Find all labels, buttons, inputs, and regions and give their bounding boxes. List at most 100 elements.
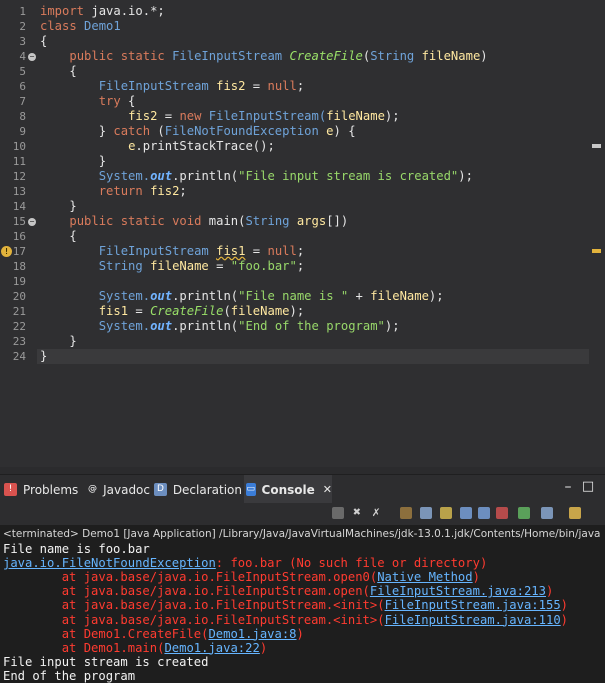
code-token: } bbox=[40, 124, 114, 138]
code-line[interactable]: e.printStackTrace(); bbox=[40, 139, 275, 154]
code-token: ); bbox=[289, 304, 305, 318]
code-line[interactable]: } bbox=[37, 349, 589, 364]
tab-declaration[interactable]: D Declaration bbox=[152, 475, 242, 504]
display-selected-console-icon[interactable] bbox=[518, 507, 530, 519]
ruler-warning-marker[interactable] bbox=[592, 249, 601, 253]
code-line[interactable]: import java.io.*; bbox=[40, 4, 165, 19]
code-line[interactable]: System.out.println("File input stream is… bbox=[40, 169, 473, 184]
console-line: at java.base/java.io.FileInputStream.ope… bbox=[3, 570, 480, 584]
code-token: { bbox=[40, 64, 77, 78]
console-line: End of the program bbox=[3, 669, 135, 683]
code-token: .println( bbox=[172, 319, 239, 333]
code-line[interactable]: } bbox=[40, 154, 106, 169]
remove-launch-icon[interactable]: ✖ bbox=[351, 506, 363, 519]
word-wrap-icon[interactable] bbox=[440, 507, 452, 519]
new-console-view-icon[interactable] bbox=[569, 507, 581, 519]
code-editor[interactable]: 1 2 3 4 5 6 7 8 9 10 11 12 13 14 15 16 17 18 19 20 21 22 23 24−… bbox=[0, 0, 605, 467]
code-token: public static void bbox=[69, 214, 202, 228]
line-number-gutter[interactable]: 1 2 3 4 5 6 7 8 9 10 11 12 13 14 15 16 17 18 19 20 21 22 23 24−… bbox=[0, 0, 37, 467]
pin-console-icon[interactable] bbox=[496, 507, 508, 519]
clear-console-icon[interactable] bbox=[400, 507, 412, 519]
stacktrace-link[interactable]: FileInputStream.java:155 bbox=[385, 598, 561, 612]
code-line[interactable]: System.out.println("File name is " + fil… bbox=[40, 289, 444, 304]
code-token: } bbox=[40, 199, 77, 213]
code-token: class bbox=[40, 19, 77, 33]
stacktrace-link[interactable]: FileInputStream.java:213 bbox=[370, 584, 546, 598]
code-token: FileInputStream bbox=[98, 79, 209, 93]
code-token: } bbox=[40, 334, 77, 348]
stacktrace-link[interactable]: java.io.FileNotFoundException bbox=[3, 556, 216, 570]
console-line: File name is foo.bar bbox=[3, 542, 150, 556]
code-line[interactable]: fis2 = new FileInputStream(fileName); bbox=[40, 109, 400, 124]
close-icon[interactable]: ✕ bbox=[323, 483, 332, 496]
code-token: ; bbox=[296, 79, 305, 93]
code-token: System. bbox=[98, 289, 151, 303]
code-line[interactable]: } bbox=[40, 199, 77, 214]
console-text: File input stream is created bbox=[3, 654, 209, 669]
stacktrace-link[interactable]: FileInputStream.java:110 bbox=[385, 613, 561, 627]
show-on-output-icon[interactable] bbox=[460, 507, 472, 519]
line-number: 9 bbox=[19, 125, 26, 138]
code-line[interactable]: return fis2; bbox=[40, 184, 187, 199]
console-text: at java.base/java.io.FileInputStream.ope… bbox=[3, 584, 370, 599]
code-token: ); bbox=[384, 319, 400, 333]
warning-lightbulb-icon[interactable]: ! bbox=[1, 246, 12, 257]
code-line[interactable]: String fileName = "foo.bar"; bbox=[40, 259, 304, 274]
ruler-marker[interactable] bbox=[592, 144, 601, 148]
code-line[interactable]: { bbox=[40, 64, 77, 79]
line-number: 23 bbox=[12, 335, 26, 348]
tab-label: Javadoc bbox=[103, 482, 150, 497]
remove-all-terminated-icon[interactable]: ✗ bbox=[370, 506, 382, 519]
console-text: ) bbox=[560, 598, 569, 613]
scroll-lock-icon[interactable] bbox=[420, 507, 432, 519]
code-line[interactable]: FileInputStream fis1 = null; bbox=[40, 244, 304, 259]
code-line[interactable]: } bbox=[40, 334, 77, 349]
code-line[interactable]: try { bbox=[40, 94, 136, 109]
code-token: out bbox=[150, 169, 173, 183]
fold-collapse-icon[interactable]: − bbox=[28, 53, 36, 61]
code-line[interactable]: FileInputStream fis2 = null; bbox=[40, 79, 304, 94]
line-number: 5 bbox=[19, 65, 26, 78]
fold-collapse-icon[interactable]: − bbox=[28, 218, 36, 226]
stacktrace-link[interactable]: Native Method bbox=[377, 570, 472, 584]
code-line[interactable]: public static void main(String args[]) bbox=[40, 214, 348, 229]
terminate-icon[interactable] bbox=[332, 507, 344, 519]
maximize-view-button[interactable]: □ bbox=[579, 478, 597, 496]
code-token: FileInputStream bbox=[164, 49, 290, 63]
code-line[interactable]: } catch (FileNotFoundException e) { bbox=[40, 124, 356, 139]
code-token: ; bbox=[296, 259, 305, 273]
code-line[interactable]: { bbox=[40, 34, 47, 49]
code-line[interactable]: fis1 = CreateFile(fileName); bbox=[40, 304, 304, 319]
line-number: 21 bbox=[12, 305, 26, 318]
code-token: String bbox=[245, 214, 290, 228]
code-line[interactable]: System.out.println("End of the program")… bbox=[40, 319, 400, 334]
code-token: CreateFile bbox=[289, 49, 363, 63]
minimize-view-button[interactable]: – bbox=[559, 478, 577, 496]
console-output[interactable]: <terminated> Demo1 [Java Application] /L… bbox=[0, 525, 605, 683]
code-token: ); bbox=[384, 109, 400, 123]
code-token: "foo.bar" bbox=[230, 259, 297, 273]
line-number: 20 bbox=[12, 290, 26, 303]
javadoc-icon: @ bbox=[88, 483, 98, 496]
stacktrace-link[interactable]: Demo1.java:8 bbox=[208, 627, 296, 641]
tab-javadoc[interactable]: @ Javadoc bbox=[86, 475, 150, 504]
tab-problems[interactable]: ! Problems bbox=[2, 475, 84, 504]
console-line: at java.base/java.io.FileInputStream.<in… bbox=[3, 598, 568, 612]
stacktrace-link[interactable]: Demo1.java:22 bbox=[164, 641, 259, 655]
code-line[interactable]: public static FileInputStream CreateFile… bbox=[40, 49, 487, 64]
tab-console[interactable]: ▭ Console ✕ bbox=[244, 475, 332, 504]
code-token: out bbox=[150, 289, 173, 303]
overview-ruler[interactable] bbox=[590, 0, 605, 467]
code-token: { bbox=[40, 34, 48, 48]
open-console-icon[interactable] bbox=[541, 507, 553, 519]
code-token: fileName bbox=[326, 109, 385, 123]
line-number: 10 bbox=[12, 140, 26, 153]
code-line[interactable]: class Demo1 bbox=[40, 19, 121, 34]
code-line[interactable]: { bbox=[40, 229, 76, 244]
code-token: ) { bbox=[333, 124, 356, 138]
code-token: FileInputStream bbox=[98, 244, 209, 258]
show-on-error-icon[interactable] bbox=[478, 507, 490, 519]
